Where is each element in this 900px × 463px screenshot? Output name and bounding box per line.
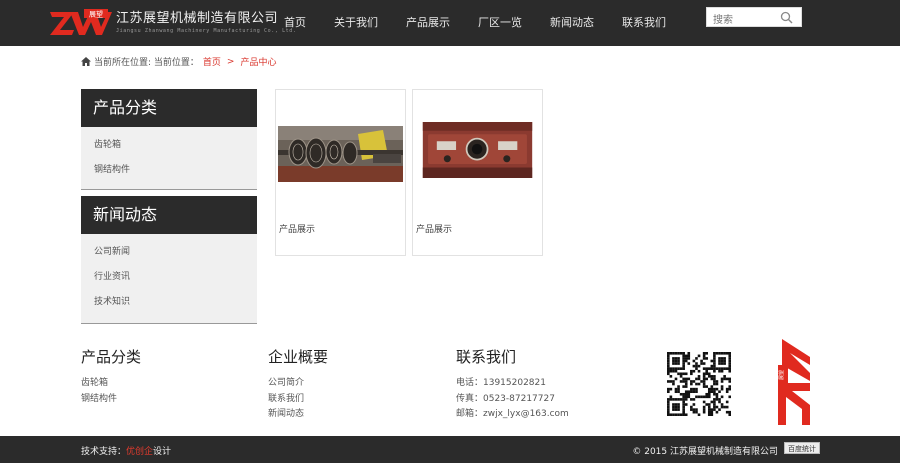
nav-products[interactable]: 产品展示 [392, 0, 464, 46]
tech-support-suffix: 设计 [153, 447, 172, 457]
sidebar-news-title: 新闻动态 [81, 196, 257, 234]
footer-link-news[interactable]: 新闻动态 [268, 407, 328, 423]
qr-code-icon [667, 352, 731, 416]
search-box [706, 7, 802, 30]
nav-news[interactable]: 新闻动态 [536, 0, 608, 46]
product-image-gear-shafts[interactable] [278, 126, 403, 182]
search-icon[interactable] [780, 11, 793, 24]
product-image-gearbox-housing[interactable] [415, 122, 540, 178]
footer-link-steel-structure[interactable]: 钢结构件 [81, 392, 141, 408]
nav-home[interactable]: 首页 [270, 0, 320, 46]
tech-support-prefix: 技术支持： [81, 447, 127, 457]
product-card[interactable]: 产品展示 [275, 89, 406, 256]
product-caption[interactable]: 产品展示 [416, 222, 452, 235]
baidu-stats-badge[interactable]: 百度统计 [784, 442, 820, 454]
footer-col-title: 企业概要 [268, 348, 329, 366]
footer-email[interactable]: 邮箱：zwjx_lyx@163.com [456, 407, 569, 423]
zw-logo-icon[interactable]: 展望 [50, 8, 112, 38]
tech-support: 技术支持：优创企设计 [81, 444, 171, 457]
sidebar-product-categories: 产品分类 齿轮箱 钢结构件 [81, 89, 257, 190]
home-icon [81, 57, 91, 66]
breadcrumb-prefix: 当前所在位置: 当前位置： [94, 58, 199, 68]
breadcrumb-home-link[interactable]: 首页 [203, 55, 221, 68]
sidebar-item-tech-knowledge[interactable]: 技术知识 [81, 290, 257, 315]
sidebar-item-company-news[interactable]: 公司新闻 [81, 240, 257, 265]
footer-link-gearbox[interactable]: 齿轮箱 [81, 376, 141, 392]
footer-link-contact[interactable]: 联系我们 [268, 392, 328, 408]
search-input[interactable] [707, 11, 777, 30]
tech-support-link[interactable]: 优创企 [126, 447, 153, 457]
footer-phone: 电话：13915202821 [456, 378, 546, 388]
sidebar-item-industry-news[interactable]: 行业资讯 [81, 265, 257, 290]
sidebar-news: 新闻动态 公司新闻 行业资讯 技术知识 [81, 196, 257, 324]
footer-link-company-intro[interactable]: 公司简介 [268, 376, 328, 392]
footer-col-title: 产品分类 [81, 348, 142, 366]
site-header: 展望 江苏展望机械制造有限公司 Jiangsu Zhanwang Machine… [0, 0, 900, 46]
nav-about[interactable]: 关于我们 [320, 0, 392, 46]
breadcrumb-current[interactable]: 产品中心 [240, 55, 276, 68]
nav-factory[interactable]: 厂区一览 [464, 0, 536, 46]
breadcrumb-separator: > [226, 56, 235, 67]
copyright: © 2015 江苏展望机械制造有限公司 [632, 447, 778, 457]
sidebar-item-steel-structure[interactable]: 钢结构件 [81, 158, 257, 183]
footer-fax: 传真：0523-87217727 [456, 393, 555, 404]
footer-product-categories: 产品分类 齿轮箱 钢结构件 [81, 346, 141, 407]
footer-bar: 技术支持：优创企设计 © 2015 江苏展望机械制造有限公司 百度统计 [0, 436, 900, 463]
footer-contact: 联系我们 电话：13915202821 传真：0523-87217727 邮箱：… [456, 346, 569, 423]
sidebar-products-title: 产品分类 [81, 89, 257, 127]
zw-vertical-logo-icon: 展望 [778, 339, 810, 425]
nav-contact[interactable]: 联系我们 [608, 0, 680, 46]
product-caption[interactable]: 产品展示 [279, 222, 315, 235]
breadcrumb: 当前所在位置: 当前位置： 首页 > 产品中心 [81, 55, 276, 68]
footer-col-title: 联系我们 [456, 348, 517, 366]
logo-seal-text: 展望 [89, 10, 103, 19]
product-card[interactable]: 产品展示 [412, 89, 543, 256]
main-nav: 首页 关于我们 产品展示 厂区一览 新闻动态 联系我们 [270, 0, 680, 46]
sidebar-item-gearbox[interactable]: 齿轮箱 [81, 133, 257, 158]
footer-logo-seal-text: 展望 [778, 370, 785, 380]
footer-company-overview: 企业概要 公司简介 联系我们 新闻动态 [268, 346, 328, 423]
